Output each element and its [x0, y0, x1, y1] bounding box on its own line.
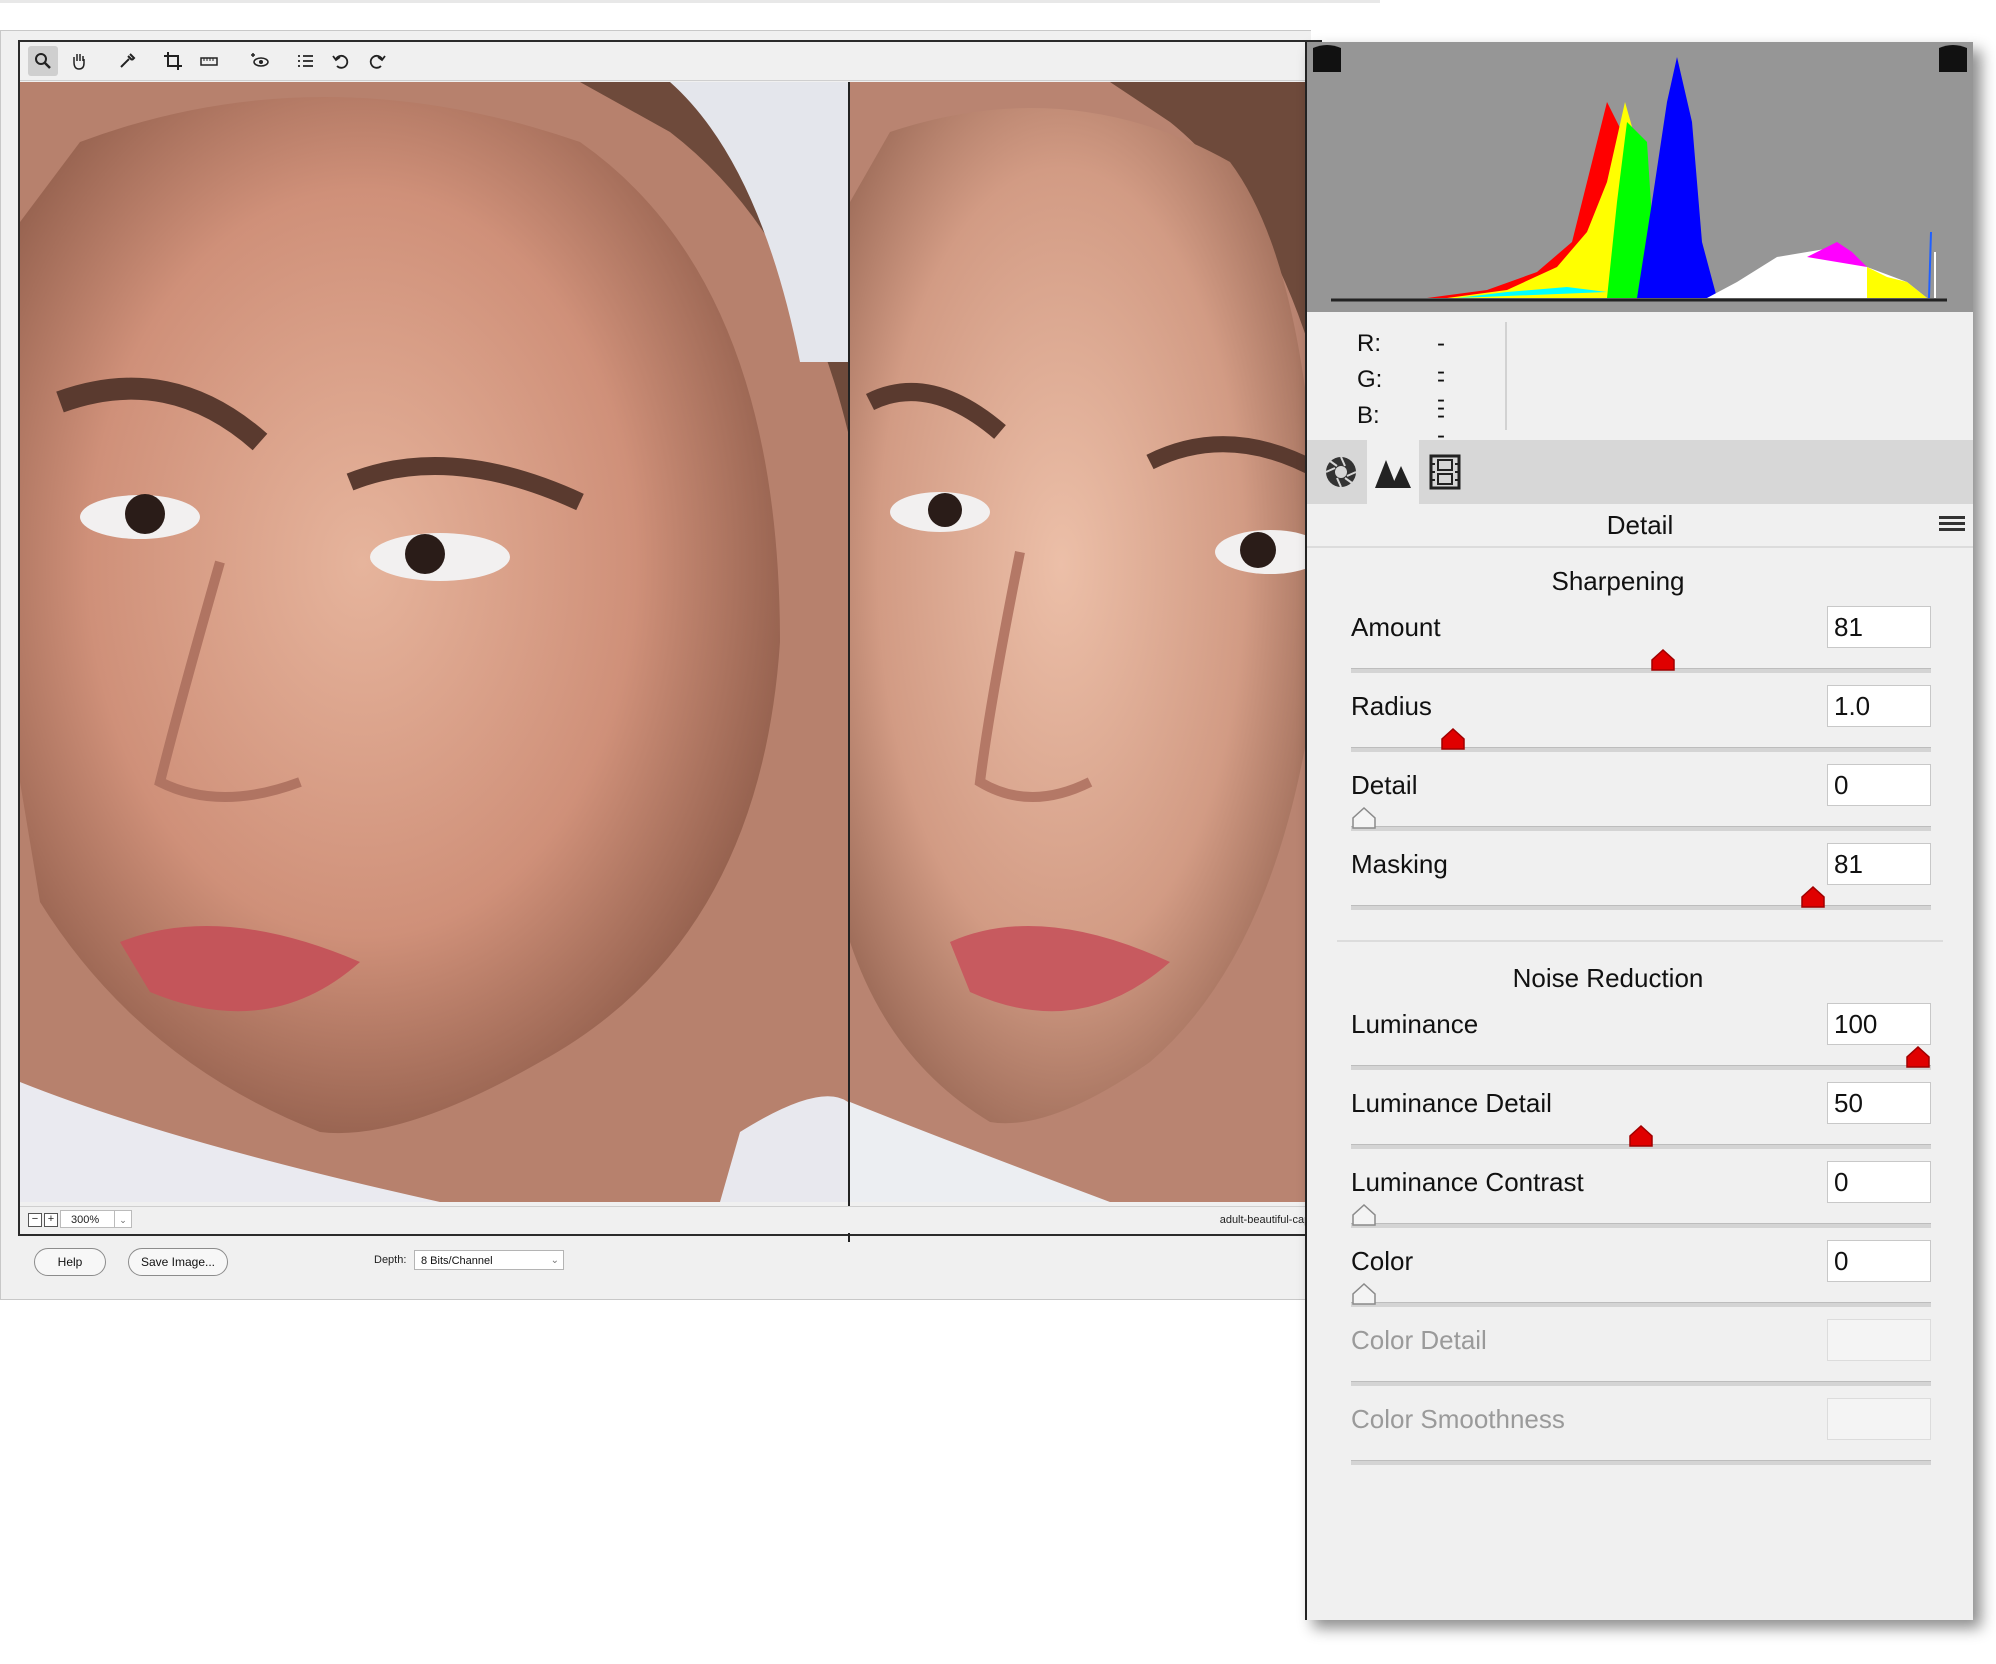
section-divider — [1337, 940, 1943, 942]
chevron-down-icon: ⌄ — [114, 1211, 131, 1227]
panel-tabs — [1307, 440, 1973, 504]
detail-slider-track[interactable] — [1351, 826, 1931, 831]
luminance-detail-slider-thumb[interactable] — [1628, 1124, 1654, 1148]
save-image-button[interactable]: Save Image... — [128, 1248, 228, 1276]
red-eye-icon[interactable] — [244, 46, 274, 76]
luminance-detail-label: Luminance Detail — [1351, 1088, 1552, 1118]
color-slider-thumb[interactable] — [1351, 1282, 1377, 1306]
luminance-label: Luminance — [1351, 1009, 1479, 1039]
amount-slider-thumb[interactable] — [1650, 648, 1676, 672]
shadow-clipping-icon — [1313, 45, 1341, 72]
panel-title-text: Detail — [1606, 510, 1674, 540]
hand-icon[interactable] — [64, 46, 94, 76]
depth-select[interactable]: 8 Bits/Channel ⌄ — [414, 1250, 564, 1270]
panel-menu-icon[interactable] — [1939, 516, 1965, 534]
luminance-contrast-label: Luminance Contrast — [1351, 1167, 1584, 1197]
r-readout: R: --- — [1357, 330, 1445, 413]
radius-label: Radius — [1351, 691, 1432, 721]
noise-reduction-title: Noise Reduction — [1512, 963, 1704, 993]
detail-row: Detail 0 — [1351, 764, 1931, 848]
sharpening-title: Sharpening — [1551, 566, 1685, 596]
image-preview[interactable] — [20, 82, 1320, 1202]
color-detail-row: Color Detail — [1351, 1319, 1931, 1403]
crop-icon[interactable] — [158, 46, 188, 76]
masking-label: Masking — [1351, 849, 1448, 879]
masking-slider-track[interactable] — [1351, 905, 1931, 910]
split-divider — [848, 82, 850, 1242]
color-smoothness-label: Color Smoothness — [1351, 1404, 1565, 1434]
amount-row: Amount 81 — [1351, 606, 1931, 690]
rgb-readout: R: --- G: --- B: --- — [1307, 312, 1973, 485]
straighten-icon[interactable] — [194, 46, 224, 76]
luminance-contrast-row: Luminance Contrast 0 — [1351, 1161, 1931, 1245]
color-smoothness-row: Color Smoothness — [1351, 1398, 1931, 1482]
color-input[interactable]: 0 — [1827, 1240, 1931, 1282]
white-balance-icon[interactable] — [112, 46, 142, 76]
masking-slider-thumb[interactable] — [1800, 885, 1826, 909]
highlight-clipping-icon — [1939, 45, 1967, 72]
g-label: G: — [1357, 366, 1383, 393]
zoom-level: 300% — [71, 1214, 100, 1226]
color-detail-slider-track — [1351, 1381, 1931, 1386]
rotate-left-icon[interactable] — [326, 46, 356, 76]
color-label: Color — [1351, 1246, 1414, 1276]
detail-slider-thumb[interactable] — [1351, 806, 1377, 830]
luminance-input[interactable]: 100 — [1827, 1003, 1931, 1045]
color-smoothness-slider-track — [1351, 1460, 1931, 1465]
depth-label: Depth: — [374, 1254, 407, 1266]
amount-slider-track[interactable] — [1351, 668, 1931, 673]
luminance-contrast-input[interactable]: 0 — [1827, 1161, 1931, 1203]
fx-tab-icon[interactable] — [1419, 440, 1471, 504]
zoom-icon[interactable] — [28, 46, 58, 76]
b-label: B: — [1357, 402, 1380, 429]
amount-input[interactable]: 81 — [1827, 606, 1931, 648]
rotate-right-icon[interactable] — [362, 46, 392, 76]
luminance-row: Luminance 100 — [1351, 1003, 1931, 1087]
histogram — [1307, 42, 1973, 312]
color-slider-track[interactable] — [1351, 1302, 1931, 1307]
panel-title: Detail — [1307, 504, 1973, 548]
top-border — [0, 0, 1380, 3]
color-row: Color 0 — [1351, 1240, 1931, 1324]
luminance-contrast-slider-thumb[interactable] — [1351, 1203, 1377, 1227]
readout-divider — [1505, 322, 1507, 430]
basic-tab-icon[interactable] — [1315, 440, 1367, 504]
luminance-slider-thumb[interactable] — [1905, 1045, 1931, 1069]
help-button[interactable]: Help — [34, 1248, 106, 1276]
zoom-in-icon[interactable]: + — [44, 1213, 58, 1227]
after-image — [850, 82, 1320, 1202]
status-bar: − + 300% ⌄ adult-beautiful-cap-1 — [20, 1206, 1320, 1233]
masking-input[interactable]: 81 — [1827, 843, 1931, 885]
zoom-out-icon[interactable]: − — [28, 1213, 42, 1227]
radius-row: Radius 1.0 — [1351, 685, 1931, 769]
luminance-contrast-slider-track[interactable] — [1351, 1223, 1931, 1228]
preview-stage: − + 300% ⌄ adult-beautiful-cap-1 — [18, 40, 1328, 1242]
color-detail-label: Color Detail — [1351, 1325, 1487, 1355]
radius-input[interactable]: 1.0 — [1827, 685, 1931, 727]
radius-slider-thumb[interactable] — [1440, 727, 1466, 751]
masking-row: Masking 81 — [1351, 843, 1931, 927]
luminance-detail-input[interactable]: 50 — [1827, 1082, 1931, 1124]
zoom-select[interactable]: 300% ⌄ — [60, 1210, 132, 1228]
detail-label: Detail — [1351, 770, 1418, 800]
preferences-icon[interactable] — [290, 46, 320, 76]
color-detail-input — [1827, 1319, 1931, 1361]
before-image — [20, 82, 848, 1202]
amount-label: Amount — [1351, 612, 1441, 642]
g-readout: G: --- — [1357, 366, 1445, 449]
color-smoothness-input — [1827, 1398, 1931, 1440]
depth-value: 8 Bits/Channel — [421, 1255, 493, 1267]
luminance-detail-row: Luminance Detail 50 — [1351, 1082, 1931, 1166]
detail-tab-icon[interactable] — [1367, 440, 1419, 504]
r-label: R: — [1357, 330, 1381, 357]
radius-slider-track[interactable] — [1351, 747, 1931, 752]
chevron-down-icon: ⌄ — [550, 1255, 559, 1266]
b-readout: B: --- — [1357, 402, 1445, 485]
toolbar — [20, 42, 1328, 81]
luminance-slider-track[interactable] — [1351, 1065, 1931, 1070]
detail-panel: R: --- G: --- B: --- Detail Sharpening A… — [1305, 42, 1973, 1620]
detail-input[interactable]: 0 — [1827, 764, 1931, 806]
